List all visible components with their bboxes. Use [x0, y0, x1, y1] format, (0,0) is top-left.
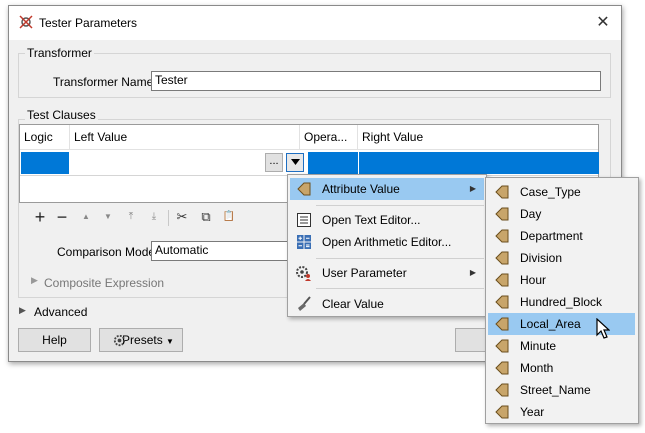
logic-cell[interactable] [21, 152, 69, 174]
attribute-arrow-icon [297, 182, 311, 196]
move-top-button[interactable]: ⤒ [121, 208, 141, 226]
move-up-button[interactable]: ▲ [76, 208, 96, 226]
attribute-item-department[interactable]: Department [488, 225, 635, 247]
attribute-arrow-icon [495, 383, 509, 397]
attribute-arrow-icon [495, 185, 509, 199]
title-bar: Tester Parameters ✕ [9, 6, 621, 40]
attribute-arrow-icon [495, 317, 509, 331]
attribute-item-hour[interactable]: Hour [488, 269, 635, 291]
arithmetic-editor-icon [297, 235, 311, 249]
composite-expand-icon[interactable]: ▶ [31, 275, 38, 286]
mouse-cursor-icon [596, 318, 610, 339]
column-header-right-value[interactable]: Right Value [358, 125, 598, 149]
attribute-arrow-icon [495, 361, 509, 375]
presets-button-label: Presets [122, 333, 163, 347]
menu-separator [316, 258, 484, 259]
attribute-item-month[interactable]: Month [488, 357, 635, 379]
test-clauses-group-label: Test Clauses [25, 108, 98, 122]
comparison-mode-select[interactable]: Automatic [151, 241, 291, 261]
left-value-dropdown-button[interactable] [286, 153, 304, 172]
attribute-arrow-icon [495, 339, 509, 353]
toolbar-separator [168, 210, 169, 226]
attribute-item-division[interactable]: Division [488, 247, 635, 269]
right-value-cell[interactable] [359, 152, 599, 174]
menu-item-attribute-value[interactable]: Attribute Value ▶ [290, 178, 484, 200]
column-header-left-value[interactable]: Left Value [70, 125, 300, 149]
attribute-item-street-name[interactable]: Street_Name [488, 379, 635, 401]
paste-button[interactable]: 📋 [219, 208, 239, 226]
menu-item-user-parameter[interactable]: User Parameter ▶ [290, 262, 484, 284]
attribute-item-minute[interactable]: Minute [488, 335, 635, 357]
menu-item-open-text-editor[interactable]: Open Text Editor... [290, 209, 484, 231]
header-divider [20, 149, 598, 150]
composite-expression-label[interactable]: Composite Expression [44, 276, 164, 290]
attribute-item-hundred-block[interactable]: Hundred_Block [488, 291, 635, 313]
text-editor-icon [297, 213, 311, 227]
transformer-group-label: Transformer [25, 46, 94, 60]
transformer-name-input[interactable]: Tester [151, 71, 601, 91]
attribute-value-submenu: Case_Type Day Department Division Hour H… [485, 177, 639, 424]
column-header-logic[interactable]: Logic [20, 125, 70, 149]
presets-gear-icon [113, 334, 126, 347]
dropdown-arrow-icon [291, 159, 300, 165]
attribute-arrow-icon [495, 405, 509, 419]
attribute-arrow-icon [495, 295, 509, 309]
attribute-item-local-area[interactable]: Local_Area [488, 313, 635, 335]
close-button[interactable]: ✕ [591, 11, 615, 35]
presets-dropdown-arrow-icon: ▼ [166, 337, 174, 346]
advanced-expand-icon[interactable]: ▶ [19, 305, 26, 316]
move-down-button[interactable]: ▼ [98, 208, 118, 226]
remove-clause-button[interactable]: − [52, 208, 72, 226]
user-parameter-icon [296, 266, 311, 281]
cut-button[interactable]: ✂ [172, 208, 192, 226]
submenu-arrow-icon: ▶ [469, 184, 476, 193]
menu-item-open-arithmetic-editor[interactable]: Open Arithmetic Editor... [290, 231, 484, 253]
context-menu: Attribute Value ▶ Open Text Editor... Op… [287, 174, 487, 317]
copy-button[interactable]: ⧉ [196, 208, 216, 226]
operator-cell[interactable] [308, 152, 358, 174]
attribute-arrow-icon [495, 229, 509, 243]
add-clause-button[interactable]: + [30, 208, 50, 226]
broom-icon [298, 296, 311, 311]
tester-app-icon [19, 15, 33, 29]
presets-button[interactable]: Presets ▼ [99, 328, 183, 352]
attribute-item-case-type[interactable]: Case_Type [488, 181, 635, 203]
menu-item-clear-value[interactable]: Clear Value [290, 293, 484, 315]
attribute-arrow-icon [495, 207, 509, 221]
help-button[interactable]: Help [18, 328, 91, 352]
transformer-name-label: Transformer Name: [53, 75, 157, 89]
move-bottom-button[interactable]: ⤓ [144, 208, 164, 226]
left-value-ellipsis-button[interactable]: ... [265, 153, 283, 172]
attribute-item-day[interactable]: Day [488, 203, 635, 225]
menu-separator [316, 205, 484, 206]
attribute-arrow-icon [495, 251, 509, 265]
attribute-arrow-icon [495, 273, 509, 287]
menu-separator [316, 288, 484, 289]
column-header-operator[interactable]: Opera... [300, 125, 358, 149]
comparison-mode-label: Comparison Mode: [57, 245, 159, 259]
advanced-label[interactable]: Advanced [34, 305, 87, 319]
window-title: Tester Parameters [39, 16, 138, 30]
attribute-item-year[interactable]: Year [488, 401, 635, 423]
submenu-arrow-icon: ▶ [469, 268, 476, 277]
